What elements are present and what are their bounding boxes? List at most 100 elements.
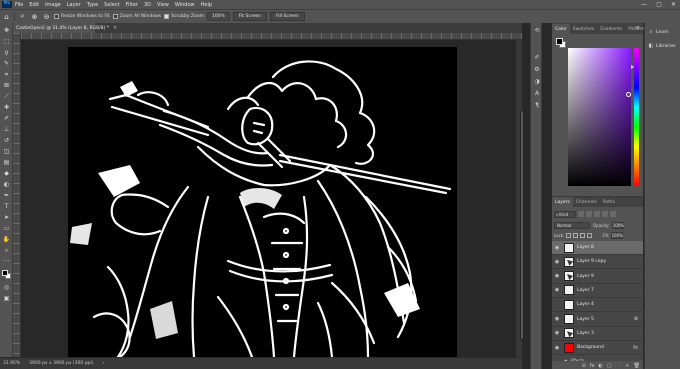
filter-type-icon[interactable] xyxy=(594,211,600,217)
layer-name[interactable]: Layer 9 xyxy=(577,274,594,279)
minimize-button[interactable]: — xyxy=(641,1,647,8)
hue-slider[interactable] xyxy=(634,48,639,186)
color-picker-knob[interactable] xyxy=(626,92,631,97)
canvas-workspace[interactable] xyxy=(21,40,516,357)
fit-screen-button[interactable]: Fit Screen xyxy=(232,12,267,21)
color-panel-foreground-swatch[interactable] xyxy=(556,38,563,45)
type-tool-icon[interactable]: T xyxy=(2,202,11,211)
move-tool-icon[interactable]: ✥ xyxy=(2,26,11,35)
fill-screen-button[interactable]: Fill Screen xyxy=(269,12,305,21)
dodge-tool-icon[interactable]: ◐ xyxy=(2,180,11,189)
lock-transparency-icon[interactable] xyxy=(566,232,572,238)
document-canvas[interactable] xyxy=(68,47,457,357)
layers-panel-tab-channels[interactable]: Channels xyxy=(573,197,600,207)
opacity-field[interactable]: 100% xyxy=(612,221,625,229)
healing-brush-tool-icon[interactable]: ✚ xyxy=(2,103,11,112)
hand-tool-icon[interactable]: ✋ xyxy=(2,235,11,244)
brush-settings-icon[interactable]: ✐ xyxy=(533,53,541,61)
layer-row[interactable]: ◉ Layer 3 xyxy=(552,327,643,341)
menu-edit[interactable]: Edit xyxy=(29,2,39,8)
history-brush-tool-icon[interactable]: ↺ xyxy=(2,136,11,145)
layer-visibility-eye-icon[interactable]: ◉ xyxy=(553,344,561,352)
zoom-out-icon[interactable]: ⊖ xyxy=(42,12,51,21)
zoom-tool-icon[interactable]: ⌕ xyxy=(2,246,11,255)
zoom-in-icon[interactable]: ⊕ xyxy=(30,12,39,21)
layer-name[interactable]: Layer 7 xyxy=(577,288,594,293)
layer-visibility-eye-icon[interactable]: ◉ xyxy=(553,272,561,280)
resize-windows-checkbox[interactable]: Resize Windows to Fit xyxy=(54,14,110,19)
layer-name[interactable]: Layer 3 xyxy=(577,331,594,336)
color-panel-tab-color[interactable]: Color xyxy=(552,24,570,34)
eyedropper-tool-icon[interactable]: ⟋ xyxy=(2,92,11,101)
layer-row[interactable]: ◉ Layer 5 ⊕ xyxy=(552,313,643,327)
canvas-vertical-scrollbar[interactable] xyxy=(516,40,524,357)
delete-layer-icon[interactable]: 🗑 xyxy=(634,363,640,369)
filter-pixel-icon[interactable] xyxy=(578,211,584,217)
lasso-tool-icon[interactable]: ϙ xyxy=(2,48,11,57)
menu-filter[interactable]: Filter xyxy=(126,2,138,8)
layer-row[interactable]: ◉ Layer 9 copy xyxy=(552,255,643,270)
color-panel-tab-swatches[interactable]: Swatches xyxy=(570,24,598,34)
menu-window[interactable]: Window xyxy=(175,2,195,8)
menu-file[interactable]: File xyxy=(15,2,23,8)
layer-name[interactable]: Layer 5 xyxy=(577,317,594,322)
layer-visibility-eye-icon[interactable]: ◉ xyxy=(553,286,561,294)
layers-panel-tab-layers[interactable]: Layers xyxy=(552,197,573,207)
layer-name[interactable]: Layer 8 xyxy=(577,245,594,250)
document-tab[interactable]: CastleOpen2 @ 31.4% (Layer 8, RGB/8) * × xyxy=(13,23,117,33)
home-icon[interactable]: ⌂ xyxy=(2,12,11,21)
lock-pixels-icon[interactable] xyxy=(573,232,579,238)
add-mask-icon[interactable]: ◐ xyxy=(599,363,603,369)
vertical-ruler[interactable] xyxy=(13,33,21,357)
blur-tool-icon[interactable]: ◆ xyxy=(2,169,11,178)
color-panel-tab-gradients[interactable]: Gradients xyxy=(597,24,625,34)
layer-visibility-eye-icon[interactable]: ◉ xyxy=(553,244,561,252)
photoshop-logo[interactable]: Ps xyxy=(2,1,12,8)
layer-name[interactable]: Layer 9 copy xyxy=(577,259,606,264)
clone-stamp-tool-icon[interactable]: ⊥ xyxy=(2,125,11,134)
layer-effects-icon[interactable]: fx xyxy=(633,345,638,351)
collapsed-panel-libraries[interactable]: ◧ Libraries xyxy=(648,43,676,49)
menu-view[interactable]: View xyxy=(157,2,169,8)
layer-name[interactable]: Layer 4 xyxy=(577,302,594,307)
menu-3d[interactable]: 3D xyxy=(144,2,151,8)
layer-row[interactable]: ◉Layer 4 xyxy=(552,298,643,313)
scrollbar-thumb[interactable] xyxy=(520,110,524,340)
layer-row[interactable]: ◉ Layer 8 xyxy=(552,241,643,255)
adjustments-panel-icon[interactable]: ◑ xyxy=(533,77,541,85)
fill-field[interactable]: 100% xyxy=(611,231,624,239)
status-menu-arrow[interactable]: › xyxy=(102,361,104,366)
new-group-icon[interactable]: 🗀 xyxy=(616,362,621,369)
paragraph-panel-icon[interactable]: ¶ xyxy=(533,101,541,109)
menu-layer[interactable]: Layer xyxy=(67,2,81,8)
menu-select[interactable]: Select xyxy=(104,2,119,8)
layer-visibility-eye-icon[interactable]: ◉ xyxy=(553,258,561,266)
filter-shape-icon[interactable] xyxy=(602,211,608,217)
color-panel-menu-icon[interactable]: ≡ xyxy=(636,25,640,31)
zoom-tool-preset-icon[interactable]: ⌕ xyxy=(18,12,27,21)
gradient-tool-icon[interactable]: ▤ xyxy=(2,158,11,167)
layer-visibility-eye-icon[interactable]: ◉ xyxy=(553,315,561,323)
scrubby-zoom-checkbox[interactable]: Scrubby Zoom xyxy=(164,14,204,19)
crop-tool-icon[interactable]: ⌗ xyxy=(2,70,11,79)
maximize-button[interactable]: ▢ xyxy=(656,1,662,8)
eraser-tool-icon[interactable]: ◫ xyxy=(2,147,11,156)
layer-row[interactable]: ◉ Layer 9 xyxy=(552,270,643,284)
color-swatches-icon[interactable] xyxy=(2,270,11,279)
close-window-button[interactable]: ✕ xyxy=(671,1,676,8)
zoom-all-windows-checkbox[interactable]: Zoom All Windows xyxy=(112,14,161,19)
close-document-icon[interactable]: × xyxy=(113,25,117,31)
saturation-brightness-field[interactable] xyxy=(568,48,631,186)
lock-all-icon[interactable] xyxy=(587,232,593,238)
layer-smart-icon[interactable]: ⊕ xyxy=(634,316,638,322)
link-layers-icon[interactable]: ⊝ xyxy=(582,363,586,369)
screen-mode-icon[interactable]: ▣ xyxy=(2,294,11,303)
add-style-icon[interactable]: fx xyxy=(590,363,595,369)
foreground-color-swatch[interactable] xyxy=(2,270,8,276)
zoom-value-field[interactable]: 100% xyxy=(206,12,230,21)
layers-panel-tab-paths[interactable]: Paths xyxy=(600,197,618,207)
menu-help[interactable]: Help xyxy=(201,2,212,8)
layer-row[interactable]: ◉ Layer 7 xyxy=(552,284,643,298)
filter-adjustment-icon[interactable] xyxy=(586,211,592,217)
layer-name[interactable]: Background xyxy=(577,345,604,350)
